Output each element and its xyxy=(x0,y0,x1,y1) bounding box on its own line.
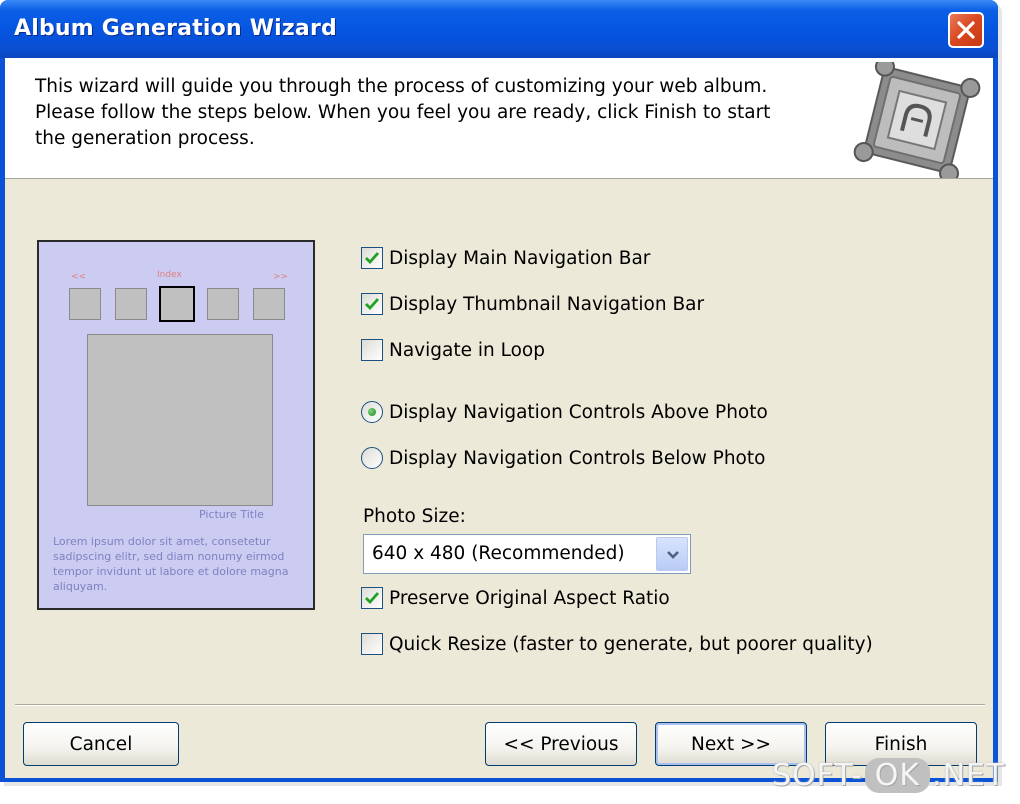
main-nav-bar-option[interactable]: Display Main Navigation Bar xyxy=(361,246,650,270)
preserve-aspect-option[interactable]: Preserve Original Aspect Ratio xyxy=(361,586,670,610)
quick-resize-option[interactable]: Quick Resize (faster to generate, but po… xyxy=(361,632,873,656)
navigate-loop-label: Navigate in Loop xyxy=(389,339,545,361)
layout-preview: << Index >> Picture Title Lorem ipsum do… xyxy=(37,240,315,610)
previous-button[interactable]: << Previous xyxy=(485,722,637,766)
preview-nav-prev: << xyxy=(71,272,87,282)
preview-thumbnail xyxy=(69,288,101,320)
quick-resize-label: Quick Resize (faster to generate, but po… xyxy=(389,633,873,655)
preview-picture-title: Picture Title xyxy=(199,508,264,521)
radio-dot-icon xyxy=(368,408,376,416)
watermark: SOFT- OK .NET xyxy=(772,758,1005,793)
preview-nav-next: >> xyxy=(273,272,289,282)
chevron-down-icon xyxy=(667,551,679,559)
photo-size-value: 640 x 480 (Recommended) xyxy=(372,543,625,564)
photo-size-label: Photo Size: xyxy=(363,506,466,527)
close-icon xyxy=(957,21,975,39)
thumb-nav-bar-checkbox[interactable] xyxy=(361,293,383,315)
album-frame-icon xyxy=(847,56,987,184)
nav-above-option[interactable]: Display Navigation Controls Above Photo xyxy=(361,400,768,424)
preview-nav-index: Index xyxy=(157,270,182,280)
thumb-nav-bar-option[interactable]: Display Thumbnail Navigation Bar xyxy=(361,292,704,316)
preview-thumbnail-selected xyxy=(159,286,195,322)
wizard-header: This wizard will guide you through the p… xyxy=(5,56,993,184)
preview-thumbnail xyxy=(253,288,285,320)
preview-thumbnail xyxy=(115,288,147,320)
wizard-description: This wizard will guide you through the p… xyxy=(35,76,771,149)
thumb-nav-bar-label: Display Thumbnail Navigation Bar xyxy=(389,293,705,315)
watermark-part1: SOFT- xyxy=(772,758,863,793)
dialog-body: This wizard will guide you through the p… xyxy=(5,56,993,778)
cancel-button[interactable]: Cancel xyxy=(23,722,179,766)
window-title: Album Generation Wizard xyxy=(14,16,337,41)
main-nav-bar-label: Display Main Navigation Bar xyxy=(389,247,651,269)
nav-above-radio[interactable] xyxy=(361,401,383,423)
navigate-loop-checkbox[interactable] xyxy=(361,339,383,361)
preserve-aspect-label: Preserve Original Aspect Ratio xyxy=(389,587,670,609)
checkmark-icon xyxy=(365,592,380,605)
nav-below-option[interactable]: Display Navigation Controls Below Photo xyxy=(361,446,765,470)
nav-above-label: Display Navigation Controls Above Photo xyxy=(389,401,768,423)
preview-main-photo xyxy=(87,334,273,506)
separator xyxy=(15,704,985,706)
watermark-part2: OK xyxy=(864,758,931,793)
nav-below-label: Display Navigation Controls Below Photo xyxy=(389,447,766,469)
photo-size-select[interactable]: 640 x 480 (Recommended) xyxy=(363,534,691,574)
preview-thumbnail xyxy=(207,288,239,320)
wizard-window: Album Generation Wizard This wizard will… xyxy=(0,0,998,782)
checkmark-icon xyxy=(365,252,380,265)
nav-below-radio[interactable] xyxy=(361,447,383,469)
checkmark-icon xyxy=(365,298,380,311)
close-button[interactable] xyxy=(948,12,984,48)
navigate-loop-option[interactable]: Navigate in Loop xyxy=(361,338,545,362)
watermark-part3: .NET xyxy=(932,758,1006,793)
dropdown-button[interactable] xyxy=(656,537,688,571)
quick-resize-checkbox[interactable] xyxy=(361,633,383,655)
preview-description: Lorem ipsum dolor sit amet, consetetur s… xyxy=(53,535,289,593)
preserve-aspect-checkbox[interactable] xyxy=(361,587,383,609)
title-bar[interactable]: Album Generation Wizard xyxy=(0,0,998,58)
main-nav-bar-checkbox[interactable] xyxy=(361,247,383,269)
